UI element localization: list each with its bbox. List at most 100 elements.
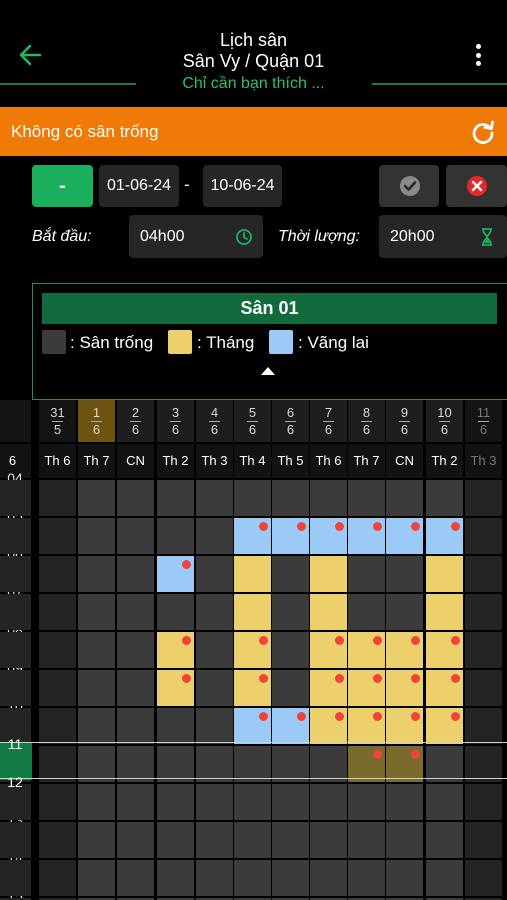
slot-cell[interactable] xyxy=(39,632,76,668)
slot-cell[interactable] xyxy=(386,556,423,592)
slot-cell[interactable] xyxy=(39,556,76,592)
slot-cell[interactable] xyxy=(39,784,76,820)
booking-cell-monthly[interactable] xyxy=(310,556,347,592)
slot-cell[interactable] xyxy=(157,518,194,554)
slot-cell[interactable] xyxy=(196,480,233,516)
slot-cell[interactable] xyxy=(117,556,154,592)
booking-cell-monthly[interactable] xyxy=(426,556,463,592)
slot-cell[interactable] xyxy=(196,784,233,820)
slot-cell[interactable] xyxy=(117,632,154,668)
slot-cell[interactable] xyxy=(426,784,463,820)
booking-cell-monthly[interactable] xyxy=(234,594,271,630)
slot-cell[interactable] xyxy=(465,480,502,516)
slot-cell[interactable] xyxy=(39,518,76,554)
slot-cell[interactable] xyxy=(196,860,233,896)
cancel-button[interactable] xyxy=(446,165,507,207)
slot-cell[interactable] xyxy=(117,670,154,706)
slot-cell[interactable] xyxy=(465,594,502,630)
slot-cell[interactable] xyxy=(234,822,271,858)
collapse-legend-icon[interactable] xyxy=(261,367,275,375)
booking-cell-monthly[interactable] xyxy=(310,594,347,630)
slot-cell[interactable] xyxy=(78,518,115,554)
column-date[interactable]: 46 xyxy=(196,400,233,442)
date-to-field[interactable]: 10-06-24 xyxy=(203,165,282,207)
court-title[interactable]: Sân 01 xyxy=(42,293,497,324)
column-date[interactable]: 31 5 xyxy=(39,400,76,442)
slot-cell[interactable] xyxy=(465,708,502,744)
slot-cell[interactable] xyxy=(0,822,31,858)
slot-cell[interactable] xyxy=(234,860,271,896)
slot-cell[interactable] xyxy=(78,784,115,820)
slot-cell[interactable] xyxy=(157,480,194,516)
slot-cell[interactable] xyxy=(310,860,347,896)
slot-cell[interactable] xyxy=(196,822,233,858)
date-from-field[interactable]: 01-06-24 xyxy=(99,165,179,207)
column-date[interactable]: 36 xyxy=(157,400,194,442)
slot-cell[interactable] xyxy=(465,784,502,820)
slot-cell[interactable] xyxy=(310,746,347,782)
slot-cell[interactable] xyxy=(0,670,31,706)
slot-cell[interactable] xyxy=(39,480,76,516)
slot-cell[interactable] xyxy=(310,480,347,516)
slot-cell[interactable] xyxy=(386,784,423,820)
slot-cell[interactable] xyxy=(310,822,347,858)
slot-cell[interactable] xyxy=(117,518,154,554)
slot-cell[interactable] xyxy=(234,480,271,516)
slot-cell[interactable] xyxy=(465,632,502,668)
slot-cell[interactable] xyxy=(465,670,502,706)
slot-cell[interactable] xyxy=(348,822,385,858)
refresh-button[interactable] xyxy=(468,117,498,147)
slot-cell[interactable] xyxy=(0,480,31,516)
slot-cell[interactable] xyxy=(117,746,154,782)
slot-cell[interactable] xyxy=(272,594,309,630)
column-date[interactable]: 66 xyxy=(272,400,309,442)
slot-cell[interactable] xyxy=(465,860,502,896)
slot-cell[interactable] xyxy=(0,632,31,668)
slot-cell[interactable] xyxy=(348,480,385,516)
booking-cell-monthly[interactable] xyxy=(426,594,463,630)
slot-cell[interactable] xyxy=(39,822,76,858)
slot-cell[interactable] xyxy=(157,708,194,744)
slot-cell[interactable] xyxy=(348,594,385,630)
slot-cell[interactable] xyxy=(272,784,309,820)
slot-cell[interactable] xyxy=(465,822,502,858)
slot-cell[interactable] xyxy=(117,480,154,516)
slot-cell[interactable] xyxy=(272,632,309,668)
more-menu-button[interactable] xyxy=(466,40,490,70)
slot-cell[interactable] xyxy=(117,784,154,820)
column-date[interactable]: 11 6 xyxy=(465,400,502,442)
slot-cell[interactable] xyxy=(0,860,31,896)
slot-cell[interactable] xyxy=(196,594,233,630)
slot-cell[interactable] xyxy=(0,556,31,592)
slot-cell[interactable] xyxy=(348,784,385,820)
confirm-button[interactable] xyxy=(379,165,439,207)
slot-cell[interactable] xyxy=(39,670,76,706)
slot-cell[interactable] xyxy=(0,518,31,554)
slot-cell[interactable] xyxy=(157,822,194,858)
slot-cell[interactable] xyxy=(0,594,31,630)
slot-cell[interactable] xyxy=(196,746,233,782)
slot-cell[interactable] xyxy=(78,860,115,896)
slot-cell[interactable] xyxy=(465,746,502,782)
column-date[interactable]: 16 xyxy=(78,400,115,442)
slot-cell[interactable] xyxy=(386,822,423,858)
slot-cell[interactable] xyxy=(426,746,463,782)
slot-cell[interactable] xyxy=(272,822,309,858)
slot-cell[interactable] xyxy=(157,784,194,820)
column-date[interactable]: 96 xyxy=(386,400,423,442)
slot-cell[interactable] xyxy=(39,594,76,630)
slot-cell[interactable] xyxy=(117,708,154,744)
slot-cell[interactable] xyxy=(196,632,233,668)
slot-cell[interactable] xyxy=(78,556,115,592)
previous-range-button[interactable]: - xyxy=(32,165,93,207)
slot-cell[interactable] xyxy=(426,860,463,896)
slot-cell[interactable] xyxy=(78,632,115,668)
slot-cell[interactable] xyxy=(348,556,385,592)
slot-cell[interactable] xyxy=(272,860,309,896)
slot-cell[interactable] xyxy=(39,860,76,896)
column-date[interactable]: 56 xyxy=(234,400,271,442)
slot-cell[interactable] xyxy=(196,708,233,744)
column-date[interactable]: 76 xyxy=(310,400,347,442)
slot-cell[interactable] xyxy=(196,518,233,554)
slot-cell[interactable] xyxy=(117,860,154,896)
